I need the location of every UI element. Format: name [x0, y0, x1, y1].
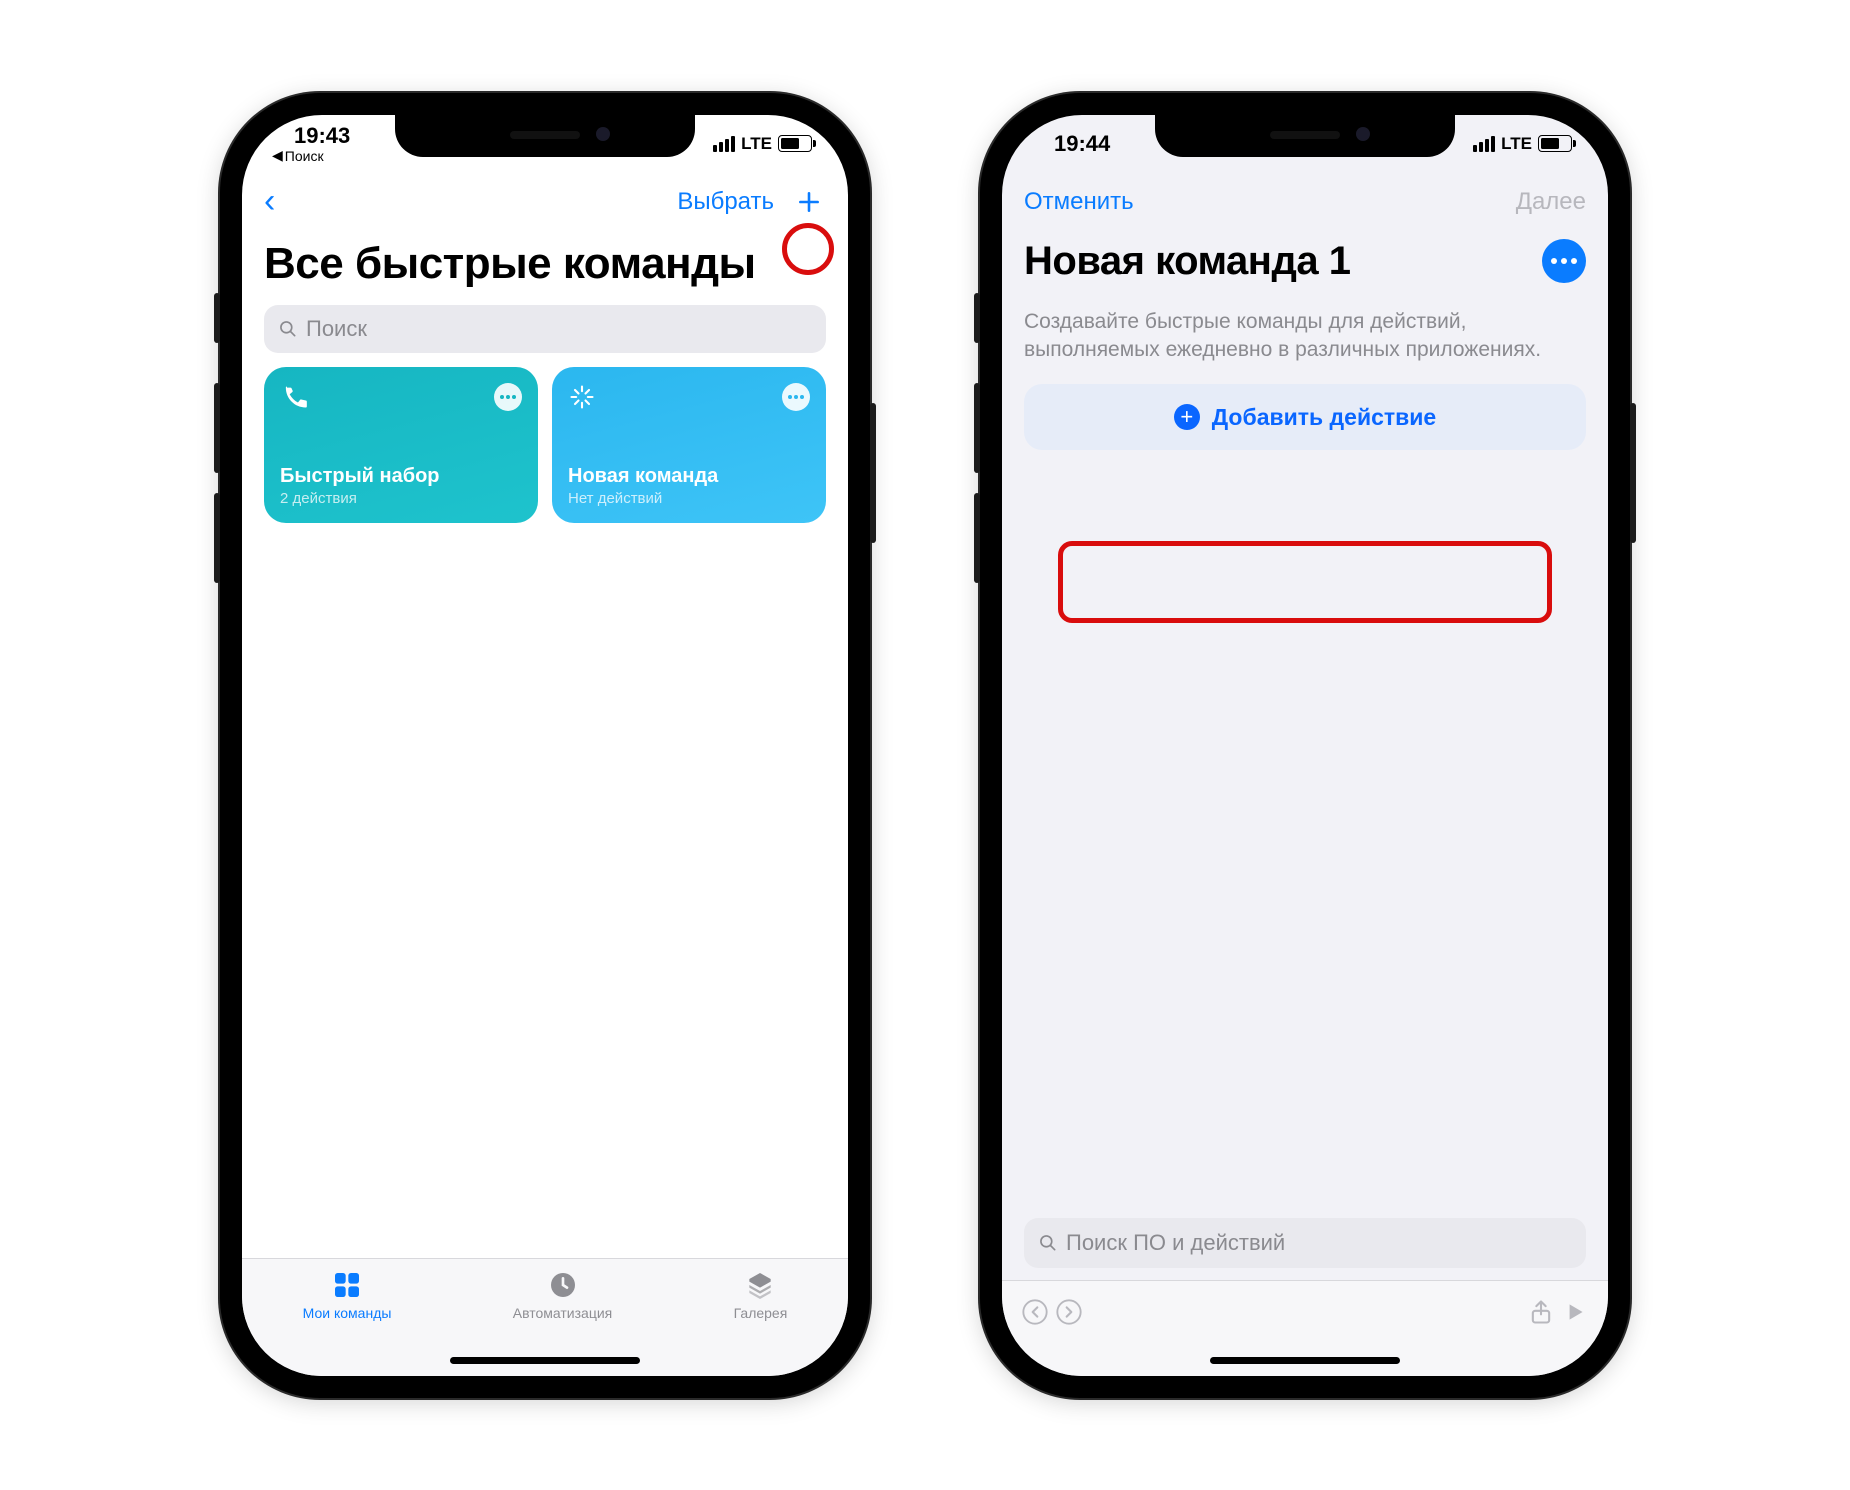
shortcut-name[interactable]: Новая команда 1 [1024, 239, 1350, 284]
page-title: Новая команда 1 [1002, 239, 1608, 284]
cancel-button[interactable]: Отменить [1024, 188, 1134, 216]
phone-volume-up [214, 383, 220, 473]
search-placeholder: Поиск ПО и действий [1066, 1230, 1285, 1256]
search-icon [1038, 1233, 1058, 1253]
notch [1155, 115, 1455, 157]
nav-bar: Отменить Далее [1002, 173, 1608, 231]
phone-volume-up [974, 383, 980, 473]
status-back-to-app[interactable]: ◀ Поиск [272, 147, 350, 164]
notch [395, 115, 695, 157]
signal-bars-icon [1473, 136, 1495, 152]
phone-right: 19:44 LTE Отменить Далее Новая команда 1 [980, 93, 1630, 1398]
phone-icon [280, 383, 308, 411]
phone-mute-switch [974, 293, 980, 343]
undo-button[interactable] [1018, 1295, 1052, 1329]
search-placeholder: Поиск [306, 316, 367, 342]
next-button[interactable]: Далее [1516, 188, 1586, 216]
highlight-add-action [1058, 541, 1552, 623]
shortcut-card-new[interactable]: Новая команда Нет действий [552, 367, 826, 523]
phone-power-button [870, 403, 876, 543]
gallery-icon [744, 1269, 776, 1301]
network-label: LTE [1501, 134, 1532, 154]
card-title: Новая команда [568, 465, 810, 488]
card-menu-button[interactable] [782, 383, 810, 411]
page-title: Все быстрые команды [242, 239, 848, 289]
status-right: LTE [1473, 134, 1572, 154]
status-time: 19:43 [272, 123, 350, 149]
card-title: Быстрый набор [280, 465, 522, 488]
back-app-label: Поиск [285, 148, 324, 164]
phone-volume-down [974, 493, 980, 583]
status-time: 19:44 [1032, 131, 1110, 157]
clock-icon [547, 1269, 579, 1301]
action-search-input[interactable]: Поиск ПО и действий [1024, 1218, 1586, 1268]
select-button[interactable]: Выбрать [677, 188, 774, 216]
description-text: Создавайте быстрые команды для действий,… [1002, 296, 1608, 385]
plus-circle-icon: + [1174, 404, 1200, 430]
shortcut-settings-button[interactable] [1542, 239, 1586, 283]
wand-icon [568, 383, 596, 411]
card-menu-button[interactable] [494, 383, 522, 411]
home-indicator[interactable] [450, 1357, 640, 1364]
phone-power-button [1630, 403, 1636, 543]
battery-icon [1538, 135, 1572, 152]
status-right: LTE [713, 134, 812, 154]
shortcut-cards: Быстрый набор 2 действия [242, 367, 848, 523]
add-action-button[interactable]: + Добавить действие [1024, 384, 1586, 450]
add-action-label: Добавить действие [1212, 404, 1436, 431]
search-input[interactable]: Поиск [264, 305, 826, 353]
network-label: LTE [741, 134, 772, 154]
tab-label: Автоматизация [513, 1305, 612, 1321]
redo-icon [1055, 1298, 1083, 1326]
share-icon [1527, 1298, 1555, 1326]
play-icon [1562, 1299, 1588, 1325]
search-icon [278, 319, 298, 339]
card-subtitle: Нет действий [568, 490, 810, 507]
screen-left: 19:43 ◀ Поиск LTE ‹ Выбрать [242, 115, 848, 1376]
shortcut-card-speed-dial[interactable]: Быстрый набор 2 действия [264, 367, 538, 523]
run-button[interactable] [1558, 1295, 1592, 1329]
battery-icon [778, 135, 812, 152]
tab-label: Галерея [734, 1305, 788, 1321]
tab-gallery[interactable]: Галерея [734, 1269, 788, 1376]
signal-bars-icon [713, 136, 735, 152]
add-shortcut-button[interactable] [792, 185, 826, 219]
nav-bar: ‹ Выбрать [242, 173, 848, 231]
plus-icon [796, 189, 822, 215]
page-title-text: Все быстрые команды [264, 239, 756, 289]
phone-mute-switch [214, 293, 220, 343]
back-chevron-icon[interactable]: ‹ [264, 182, 275, 221]
shortcuts-icon [331, 1269, 363, 1301]
back-chevron-icon: ◀ [272, 147, 283, 164]
share-button[interactable] [1524, 1295, 1558, 1329]
home-indicator[interactable] [1210, 1357, 1400, 1364]
redo-button[interactable] [1052, 1295, 1086, 1329]
phone-left: 19:43 ◀ Поиск LTE ‹ Выбрать [220, 93, 870, 1398]
screen-right: 19:44 LTE Отменить Далее Новая команда 1 [1002, 115, 1608, 1376]
tab-label: Мои команды [303, 1305, 392, 1321]
card-subtitle: 2 действия [280, 490, 522, 507]
phone-volume-down [214, 493, 220, 583]
undo-icon [1021, 1298, 1049, 1326]
tab-my-shortcuts[interactable]: Мои команды [303, 1269, 392, 1376]
